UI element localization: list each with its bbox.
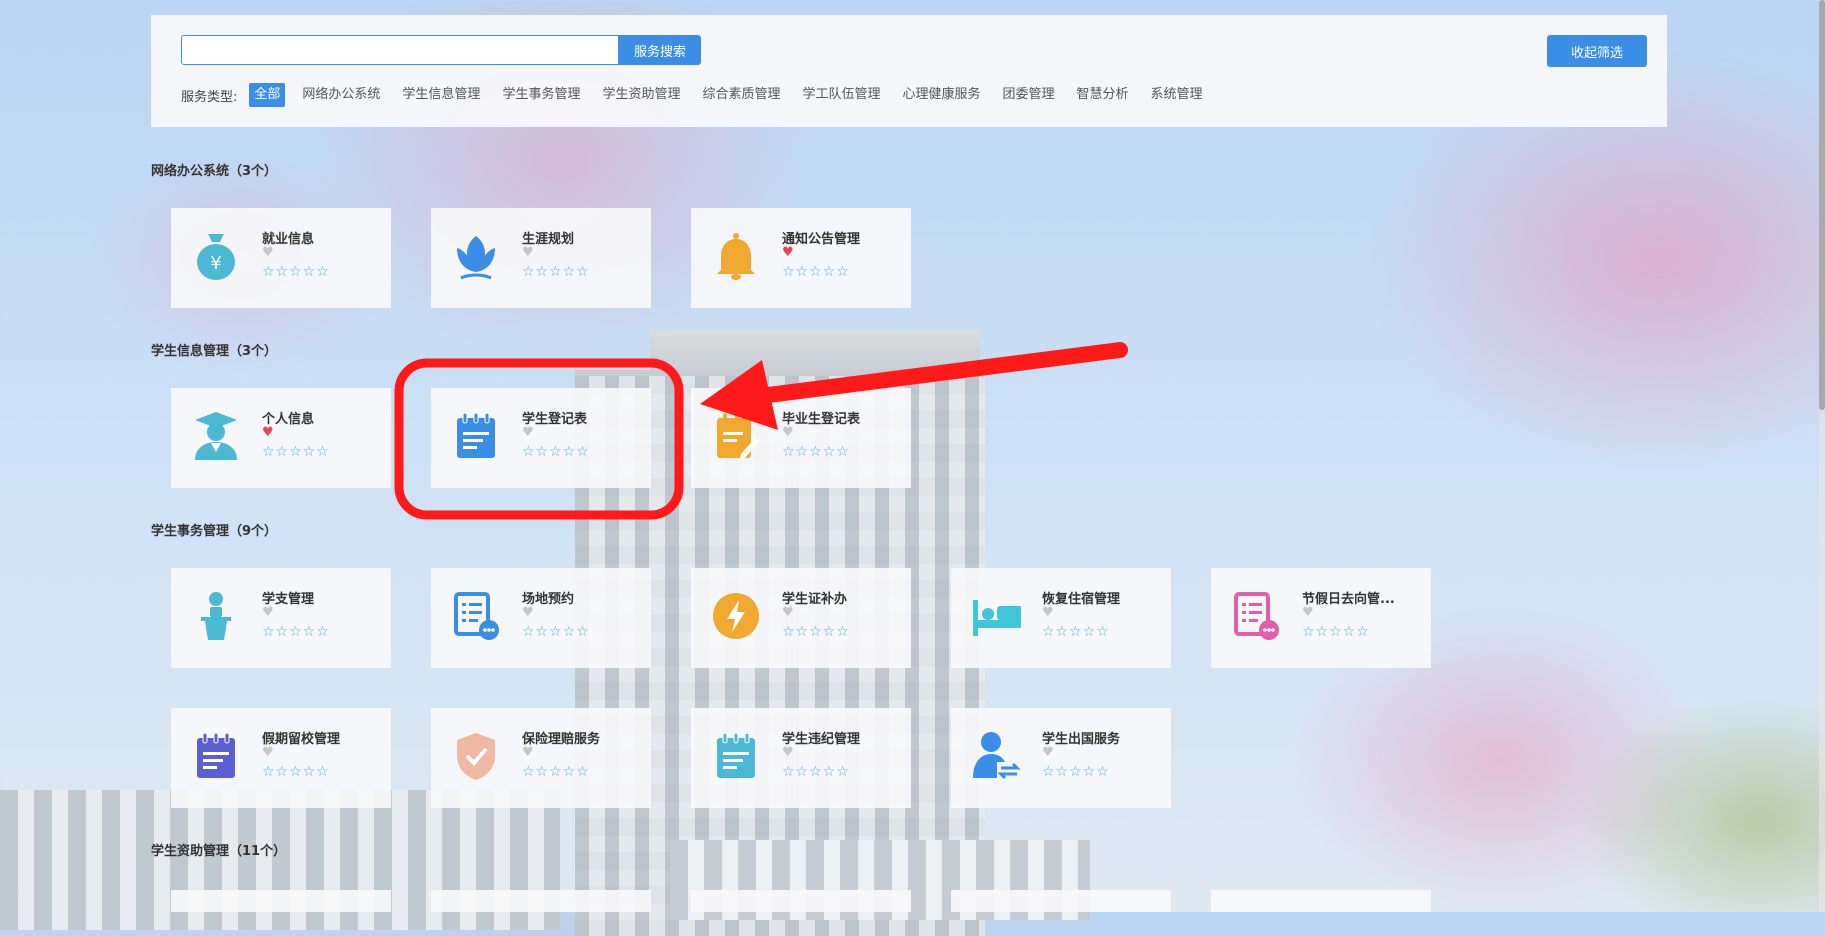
rating-stars[interactable]: ☆☆☆☆☆ <box>782 624 850 640</box>
rating-stars[interactable]: ☆☆☆☆☆ <box>1042 764 1110 780</box>
notebook-icon <box>451 410 501 462</box>
rating-stars[interactable]: ☆☆☆☆☆ <box>782 264 850 280</box>
rating-stars[interactable]: ☆☆☆☆☆ <box>262 264 330 280</box>
service-card-partial[interactable] <box>1211 890 1431 912</box>
lotus-icon <box>451 230 501 282</box>
service-card[interactable]: 通知公告管理 ♥ ☆☆☆☆☆ <box>691 208 911 308</box>
bed-icon <box>971 590 1029 642</box>
favorite-heart-icon[interactable]: ♥ <box>522 606 534 620</box>
service-card-partial[interactable] <box>431 890 651 912</box>
list-chat-icon <box>451 590 501 642</box>
favorite-heart-icon[interactable]: ♥ <box>522 246 534 260</box>
service-card[interactable]: 学生登记表 ♥ ☆☆☆☆☆ <box>431 388 651 488</box>
favorite-heart-icon[interactable]: ♥ <box>1302 606 1314 620</box>
service-card[interactable]: 节假日去向管... ♥ ☆☆☆☆☆ <box>1211 568 1431 668</box>
notebook-icon <box>711 730 761 782</box>
graduate-icon <box>191 410 241 462</box>
filter-student-info[interactable]: 学生信息管理 <box>397 83 485 107</box>
bell-icon <box>711 230 761 282</box>
service-card[interactable]: 假期留校管理 ♥ ☆☆☆☆☆ <box>171 708 391 808</box>
favorite-heart-icon[interactable]: ♥ <box>262 746 274 760</box>
service-card[interactable]: 毕业生登记表 ♥ ☆☆☆☆☆ <box>691 388 911 488</box>
rating-stars[interactable]: ☆☆☆☆☆ <box>1042 624 1110 640</box>
filter-office[interactable]: 网络办公系统 <box>297 83 385 107</box>
rating-stars[interactable]: ☆☆☆☆☆ <box>262 764 330 780</box>
favorite-heart-icon[interactable]: ♥ <box>262 426 274 440</box>
service-type-filter: 服务类型: 全部 网络办公系统 学生信息管理 学生事务管理 学生资助管理 综合素… <box>181 83 1220 107</box>
svg-text:¥: ¥ <box>210 253 221 274</box>
rating-stars[interactable]: ☆☆☆☆☆ <box>262 624 330 640</box>
filter-student-affairs[interactable]: 学生事务管理 <box>497 83 585 107</box>
filter-all[interactable]: 全部 <box>249 83 286 107</box>
shield-check-icon <box>451 730 501 782</box>
collapse-filter-button[interactable]: 收起筛选 <box>1547 35 1647 67</box>
lightning-icon <box>711 590 761 642</box>
rating-stars[interactable]: ☆☆☆☆☆ <box>522 764 590 780</box>
section-title-student-info: 学生信息管理（3个） <box>151 344 278 359</box>
section-title-student-affairs: 学生事务管理（9个） <box>151 524 278 539</box>
section-title-office: 网络办公系统（3个） <box>151 164 278 179</box>
favorite-heart-icon[interactable]: ♥ <box>1042 746 1054 760</box>
filter-student-aid[interactable]: 学生资助管理 <box>597 83 685 107</box>
service-card[interactable]: 个人信息 ♥ ☆☆☆☆☆ <box>171 388 391 488</box>
rating-stars[interactable]: ☆☆☆☆☆ <box>522 264 590 280</box>
service-card[interactable]: 保险理赔服务 ♥ ☆☆☆☆☆ <box>431 708 651 808</box>
section-title-student-aid: 学生资助管理（11个） <box>151 844 287 859</box>
favorite-heart-icon[interactable]: ♥ <box>522 426 534 440</box>
service-card[interactable]: 恢复住宿管理 ♥ ☆☆☆☆☆ <box>951 568 1171 668</box>
filter-analytics[interactable]: 智慧分析 <box>1072 83 1134 107</box>
filter-staff[interactable]: 学工队伍管理 <box>797 83 885 107</box>
service-card[interactable]: ¥ 就业信息 ♥ ☆☆☆☆☆ <box>171 208 391 308</box>
rating-stars[interactable]: ☆☆☆☆☆ <box>262 444 330 460</box>
service-card-partial[interactable] <box>951 890 1171 912</box>
page-scrollbar-thumb[interactable] <box>1819 0 1825 410</box>
service-card[interactable]: 学生违纪管理 ♥ ☆☆☆☆☆ <box>691 708 911 808</box>
favorite-heart-icon[interactable]: ♥ <box>782 746 794 760</box>
notepad-pen-icon <box>711 410 761 462</box>
service-card-partial[interactable] <box>691 890 911 912</box>
rating-stars[interactable]: ☆☆☆☆☆ <box>782 764 850 780</box>
service-name: 毕业生登记表 <box>782 412 861 427</box>
service-name: 保险理赔服务 <box>522 732 601 747</box>
favorite-heart-icon[interactable]: ♥ <box>522 746 534 760</box>
service-card[interactable]: 生涯规划 ♥ ☆☆☆☆☆ <box>431 208 651 308</box>
service-name: 节假日去向管... <box>1302 592 1395 607</box>
filter-panel: 服务搜索 收起筛选 服务类型: 全部 网络办公系统 学生信息管理 学生事务管理 … <box>151 15 1667 127</box>
service-name: 恢复住宿管理 <box>1042 592 1121 607</box>
service-name: 学生违纪管理 <box>782 732 861 747</box>
service-name: 通知公告管理 <box>782 232 861 247</box>
favorite-heart-icon[interactable]: ♥ <box>782 606 794 620</box>
service-card-partial[interactable] <box>171 890 391 912</box>
list-chat-icon <box>1231 590 1281 642</box>
rating-stars[interactable]: ☆☆☆☆☆ <box>522 624 590 640</box>
person-exchange-icon <box>971 730 1021 782</box>
service-name: 学生出国服务 <box>1042 732 1121 747</box>
filter-youth-league[interactable]: 团委管理 <box>998 83 1060 107</box>
notebook-icon <box>191 730 241 782</box>
filter-quality[interactable]: 综合素质管理 <box>697 83 785 107</box>
favorite-heart-icon[interactable]: ♥ <box>262 246 274 260</box>
favorite-heart-icon[interactable]: ♥ <box>262 606 274 620</box>
service-name: 假期留校管理 <box>262 732 341 747</box>
service-type-label: 服务类型: <box>181 89 238 105</box>
favorite-heart-icon[interactable]: ♥ <box>782 246 794 260</box>
search-button[interactable]: 服务搜索 <box>619 35 701 65</box>
filter-mental-health[interactable]: 心理健康服务 <box>898 83 986 107</box>
rating-stars[interactable]: ☆☆☆☆☆ <box>782 444 850 460</box>
filter-system[interactable]: 系统管理 <box>1146 83 1208 107</box>
speaker-podium-icon <box>191 590 241 642</box>
service-card[interactable]: 场地预约 ♥ ☆☆☆☆☆ <box>431 568 651 668</box>
money-bag-icon: ¥ <box>191 230 241 282</box>
service-card[interactable]: 学生证补办 ♥ ☆☆☆☆☆ <box>691 568 911 668</box>
favorite-heart-icon[interactable]: ♥ <box>782 426 794 440</box>
rating-stars[interactable]: ☆☆☆☆☆ <box>1302 624 1370 640</box>
rating-stars[interactable]: ☆☆☆☆☆ <box>522 444 590 460</box>
favorite-heart-icon[interactable]: ♥ <box>1042 606 1054 620</box>
search-input[interactable] <box>181 35 619 65</box>
service-card[interactable]: 学支管理 ♥ ☆☆☆☆☆ <box>171 568 391 668</box>
service-card[interactable]: 学生出国服务 ♥ ☆☆☆☆☆ <box>951 708 1171 808</box>
